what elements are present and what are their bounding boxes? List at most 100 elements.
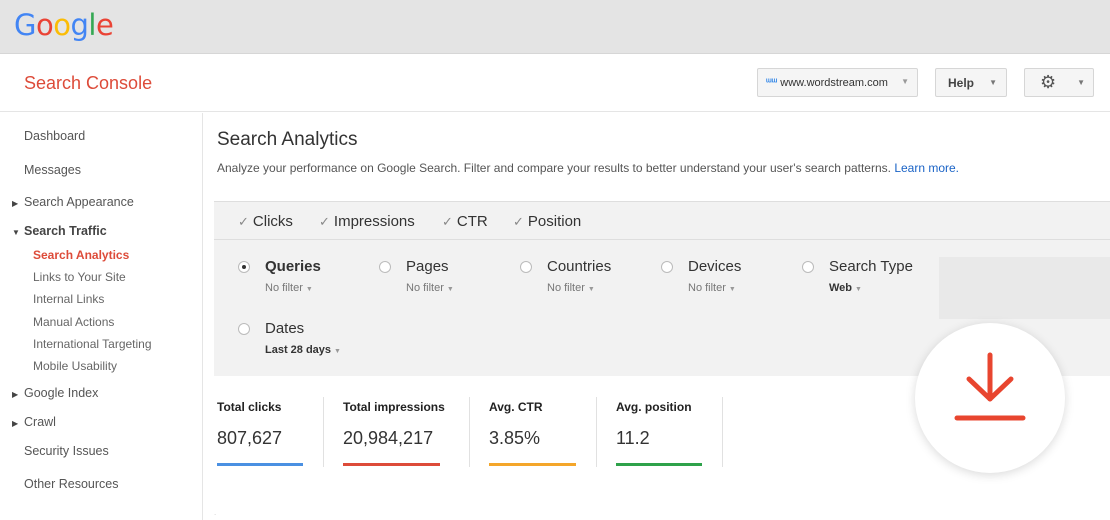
stat-label: Total impressions (343, 400, 445, 414)
top-bar: Google (0, 0, 1110, 54)
stat-label: Total clicks (217, 400, 282, 414)
dimension-countries[interactable]: Countries No filter ▼ (520, 258, 640, 298)
sidebar-item-label: Google Index (24, 386, 99, 400)
product-title[interactable]: Search Console (24, 73, 152, 94)
ctr-checkbox-label: CTR (456, 213, 488, 230)
page-title: Search Analytics (217, 129, 358, 150)
dimension-label: Countries (547, 258, 612, 275)
sidebar-item-google-index[interactable]: ▶ Google Index (12, 386, 98, 400)
radio-icon[interactable] (379, 261, 391, 273)
dimension-label: Pages (406, 258, 449, 275)
help-button-label: Help (948, 75, 975, 90)
page-description: Analyze your performance on Google Searc… (217, 161, 959, 175)
radio-selected-icon[interactable] (238, 261, 250, 273)
sidebar-item-search-traffic[interactable]: ▼ Search Traffic (12, 224, 107, 238)
site-selector-label: www.wordstream.com (780, 76, 888, 89)
sidebar-item-security-issues[interactable]: Security Issues (24, 444, 109, 458)
sidebar-item-label: Crawl (24, 415, 56, 429)
dimension-label: Queries (265, 258, 321, 275)
stat-value: 807,627 (217, 428, 283, 448)
checkmark-icon: ✓ (442, 214, 453, 229)
dimension-search-type[interactable]: Search Type Web ▼ (802, 258, 932, 298)
logo-letter: e (95, 8, 114, 42)
dimension-queries[interactable]: Queries No filter ▼ (238, 258, 358, 298)
divider (596, 397, 597, 467)
stat-color-bar (616, 463, 702, 466)
radio-icon[interactable] (520, 261, 532, 273)
checkmark-icon: ✓ (319, 214, 330, 229)
checkmark-icon: ✓ (513, 214, 524, 229)
filter-dropdown-label: No filter (406, 282, 444, 294)
stat-avg-ctr[interactable]: Avg. CTR 3.85% (489, 397, 579, 469)
chevron-down-icon: ▼ (989, 78, 997, 87)
sidebar-subitem-links[interactable]: Links to Your Site (33, 270, 126, 284)
logo-letter: o (35, 8, 54, 42)
site-selector[interactable]: ᵚᵚ www.wordstream.com ▼ (757, 68, 918, 97)
product-header: Search Console ᵚᵚ www.wordstream.com ▼ H… (0, 55, 1110, 112)
sidebar-subitem-internal-links[interactable]: Internal Links (33, 292, 104, 306)
sidebar-subitem-mobile-usability[interactable]: Mobile Usability (33, 359, 117, 373)
sidebar-item-dashboard[interactable]: Dashboard (24, 129, 85, 143)
position-checkbox[interactable]: ✓ Position (513, 213, 581, 230)
sidebar-subitem-international-targeting[interactable]: International Targeting (33, 337, 152, 351)
filter-dropdown[interactable]: Last 28 days ▼ (265, 344, 341, 356)
filter-dropdown[interactable]: No filter ▼ (688, 282, 736, 294)
impressions-checkbox-label: Impressions (333, 213, 415, 230)
stat-label: Avg. position (616, 400, 692, 414)
ctr-checkbox[interactable]: ✓ CTR (442, 213, 488, 230)
stat-label: Avg. CTR (489, 400, 543, 414)
page-description-text: Analyze your performance on Google Searc… (217, 161, 891, 175)
chevron-down-icon: ▼ (305, 286, 313, 293)
filter-dropdown[interactable]: No filter ▼ (406, 282, 454, 294)
stat-color-bar (217, 463, 303, 466)
logo-letter: o (53, 8, 71, 42)
sidebar-nav: Dashboard Messages ▶ Search Appearance ▼ S… (0, 113, 203, 520)
google-logo[interactable]: Google (14, 8, 114, 42)
sidebar-subitem-manual-actions[interactable]: Manual Actions (33, 315, 114, 329)
filter-dropdown[interactable]: No filter ▼ (547, 282, 595, 294)
help-button[interactable]: Help ▼ (935, 68, 1007, 97)
filter-dropdown-label: Last 28 days (265, 344, 332, 356)
impressions-checkbox[interactable]: ✓ Impressions (319, 213, 415, 230)
filter-dropdown-label: No filter (547, 282, 585, 294)
sidebar-item-crawl[interactable]: ▶ Crawl (12, 415, 56, 429)
dimension-label: Devices (688, 258, 742, 275)
filter-dropdown-label: Web (829, 282, 853, 294)
radio-icon[interactable] (802, 261, 814, 273)
footer-dot: . (214, 508, 217, 517)
download-button[interactable] (915, 323, 1065, 473)
clicks-checkbox[interactable]: ✓ Clicks (238, 213, 293, 230)
chevron-down-icon: ▼ (587, 286, 595, 293)
stat-avg-position[interactable]: Avg. position 11.2 (616, 397, 716, 469)
stat-value: 20,984,217 (343, 428, 434, 448)
chevron-down-icon: ▼ (334, 348, 341, 355)
divider (323, 397, 324, 467)
sidebar-item-label: Search Appearance (24, 195, 134, 209)
filter-placeholder (939, 257, 1110, 319)
dimension-devices[interactable]: Devices No filter ▼ (661, 258, 781, 298)
filter-dropdown[interactable]: Web ▼ (829, 282, 862, 294)
dimension-pages[interactable]: Pages No filter ▼ (379, 258, 499, 298)
triangle-right-icon: ▶ (12, 390, 19, 399)
radio-icon[interactable] (238, 323, 250, 335)
logo-letter: G (14, 8, 36, 42)
triangle-right-icon: ▶ (12, 199, 19, 208)
triangle-down-icon: ▼ (12, 228, 20, 237)
stat-color-bar (489, 463, 576, 466)
radio-icon[interactable] (661, 261, 673, 273)
stat-total-clicks[interactable]: Total clicks 807,627 (217, 397, 305, 469)
sidebar-item-label: Search Traffic (24, 224, 107, 238)
filter-dropdown-label: No filter (688, 282, 726, 294)
logo-letter: g (70, 8, 89, 42)
filter-dropdown[interactable]: No filter ▼ (265, 282, 313, 294)
learn-more-link[interactable]: Learn more. (894, 161, 959, 175)
settings-button[interactable]: ⚙ ▼ (1024, 68, 1094, 97)
stat-total-impressions[interactable]: Total impressions 20,984,217 (343, 397, 453, 469)
sidebar-item-search-appearance[interactable]: ▶ Search Appearance (12, 195, 134, 209)
wordstream-logo-icon: ᵚᵚ (766, 77, 778, 88)
dimension-dates[interactable]: Dates Last 28 days ▼ (238, 320, 378, 360)
sidebar-subitem-search-analytics[interactable]: Search Analytics (33, 248, 129, 262)
dimension-label: Search Type (829, 258, 913, 275)
sidebar-item-other-resources[interactable]: Other Resources (24, 477, 118, 491)
sidebar-item-messages[interactable]: Messages (24, 163, 81, 177)
